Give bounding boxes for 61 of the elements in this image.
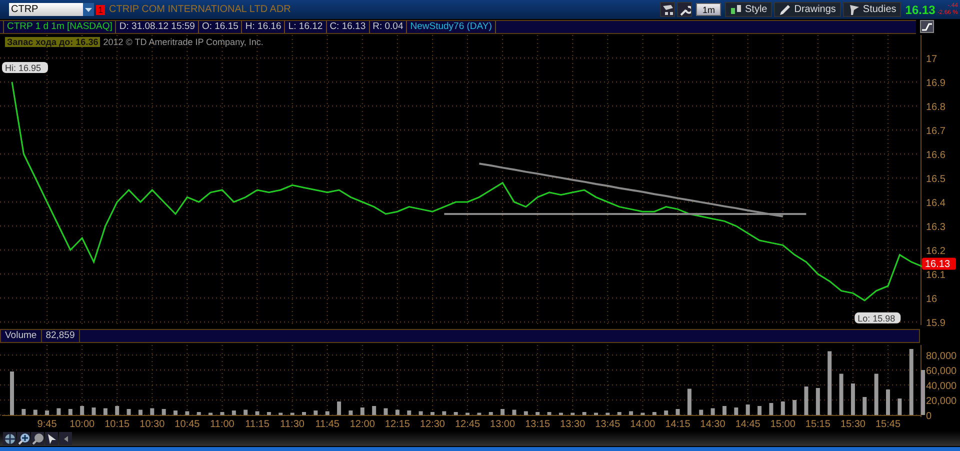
study-name: NewStudy76 (DAY) xyxy=(407,20,496,32)
time-label: 11:30 xyxy=(280,419,304,430)
axis-label: 60,000 xyxy=(926,366,957,377)
quote-field: O: 16.15 xyxy=(198,20,242,32)
time-label: 15:30 xyxy=(840,419,866,430)
axis-label: 40,000 xyxy=(926,381,957,392)
axis-label: 16.6 xyxy=(926,150,946,161)
quote-field: H: 16.16 xyxy=(242,20,286,32)
axis-label: 16.8 xyxy=(926,102,946,113)
time-label: 12:15 xyxy=(384,419,410,430)
time-label: 10:15 xyxy=(104,419,130,430)
time-label: 11:15 xyxy=(245,419,270,430)
range-badge: Запас хода до: 16.36 xyxy=(5,37,100,47)
axis-label: 15.9 xyxy=(926,318,946,328)
time-label: 15:45 xyxy=(875,419,901,430)
quote-field: L: 16.12 xyxy=(285,20,327,32)
axis-label: 80,000 xyxy=(926,351,957,362)
axis-label: 16.5 xyxy=(926,174,946,185)
axis-label: 16.2 xyxy=(926,246,946,257)
axis-label: 16.3 xyxy=(926,222,946,233)
chart-title: CTRP 1 d 1m [NASDAQ] xyxy=(3,20,116,32)
time-label: 12:45 xyxy=(455,419,480,430)
time-label: 14:45 xyxy=(735,419,760,430)
time-label: 13:30 xyxy=(560,419,586,430)
price-label: Hi: 16.95 xyxy=(2,62,48,73)
time-label: 15:00 xyxy=(770,419,796,430)
quote-field: R: 0.04 xyxy=(370,20,408,32)
quote-field: D: 31.08.12 15:59 xyxy=(116,20,199,32)
time-label: 12:30 xyxy=(420,419,445,430)
axis-label: 16.7 xyxy=(926,126,946,137)
axis-label: 17 xyxy=(926,54,938,65)
time-label: 13:45 xyxy=(595,419,620,430)
time-label: 12:00 xyxy=(350,419,375,430)
time-label: 10:45 xyxy=(174,419,200,430)
time-label: 11:45 xyxy=(315,419,340,430)
price-tag: 16.13 xyxy=(922,258,956,270)
copyright-text: 2012 © TD Ameritrade IP Company, Inc. xyxy=(103,37,264,47)
last-price: 16.13 xyxy=(905,2,936,16)
time-label: 14:30 xyxy=(700,419,726,430)
volume-value: 82,859 xyxy=(42,330,80,342)
axis-label: 16 xyxy=(926,294,938,305)
time-label: 13:15 xyxy=(525,419,550,430)
time-label: 10:00 xyxy=(70,419,95,430)
time-label: 11:00 xyxy=(210,419,234,430)
axis-label: 16.1 xyxy=(926,270,946,281)
annotation: Hi: 16.95 xyxy=(5,63,42,73)
price-label: Lo: 15.98 xyxy=(854,312,901,324)
axis-label: 0 xyxy=(926,411,932,422)
volume-label: Volume xyxy=(1,330,42,342)
time-label: 9:45 xyxy=(37,419,57,430)
time-label: 15:15 xyxy=(805,419,830,430)
axis-label: 20,000 xyxy=(926,396,957,407)
company-name: CTRIP COM INTERNATIONAL LTD ADR xyxy=(109,4,291,15)
axis-label: 16.4 xyxy=(926,198,946,209)
annotation: Lo: 15.98 xyxy=(858,313,896,324)
time-label: 14:00 xyxy=(630,419,656,430)
time-label: 10:30 xyxy=(140,419,165,430)
quote-field: C: 16.13 xyxy=(326,20,370,32)
time-label: 13:00 xyxy=(490,419,516,430)
axis-label: 16.9 xyxy=(926,78,946,89)
time-label: 14:15 xyxy=(665,419,690,430)
